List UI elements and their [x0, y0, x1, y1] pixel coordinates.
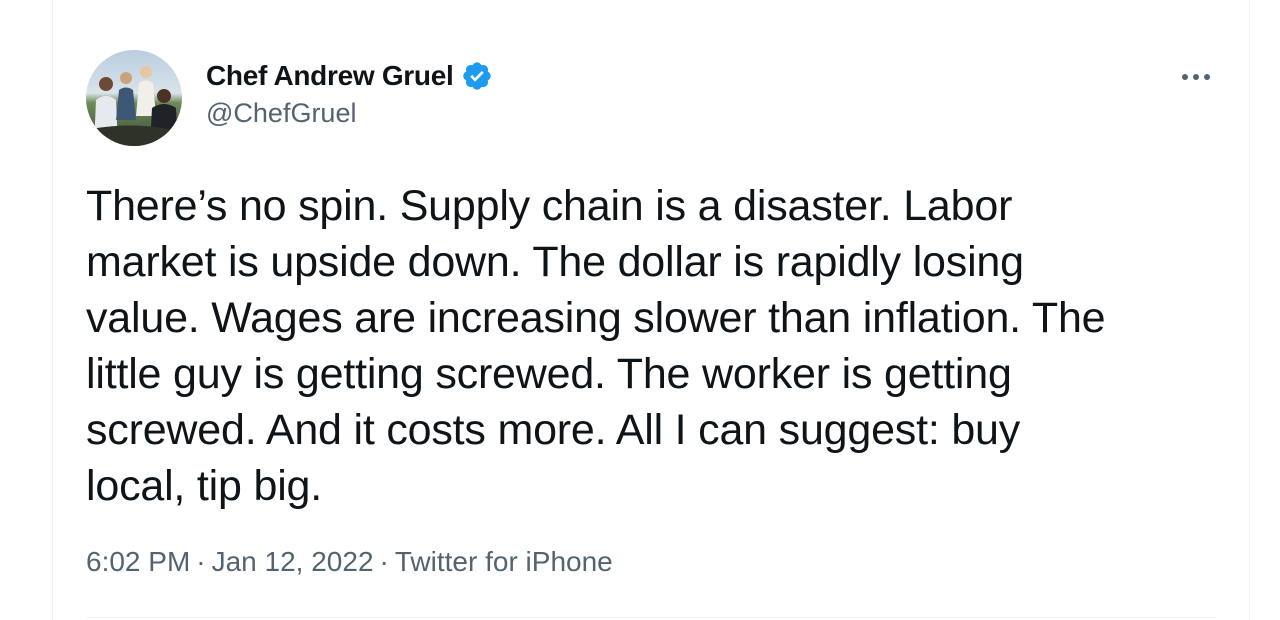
divider [86, 617, 1216, 618]
meta-separator: · [196, 546, 206, 577]
tweet-source[interactable]: Twitter for iPhone [395, 546, 613, 578]
avatar-photo [86, 50, 182, 146]
tweet-time[interactable]: 6:02 PM [86, 546, 190, 578]
avatar[interactable] [86, 50, 182, 146]
display-name-row: Chef Andrew Gruel [206, 58, 493, 94]
author-display-name[interactable]: Chef Andrew Gruel [206, 60, 454, 92]
tweet-header: Chef Andrew Gruel @ChefGruel [86, 50, 1216, 146]
verified-badge-icon [461, 60, 493, 92]
tweet-metadata: 6:02 PM · Jan 12, 2022 · Twitter for iPh… [86, 546, 613, 578]
author-identity: Chef Andrew Gruel @ChefGruel [206, 58, 493, 129]
tweet-text: There’s no spin. Supply chain is a disas… [86, 182, 1106, 510]
author-handle[interactable]: @ChefGruel [206, 98, 493, 129]
more-horizontal-icon [1182, 74, 1210, 80]
tweet-date[interactable]: Jan 12, 2022 [212, 546, 374, 578]
meta-separator: · [379, 546, 389, 577]
more-options-button[interactable] [1176, 60, 1216, 94]
tweet-card: Chef Andrew Gruel @ChefGruel There’s no … [52, 0, 1250, 620]
